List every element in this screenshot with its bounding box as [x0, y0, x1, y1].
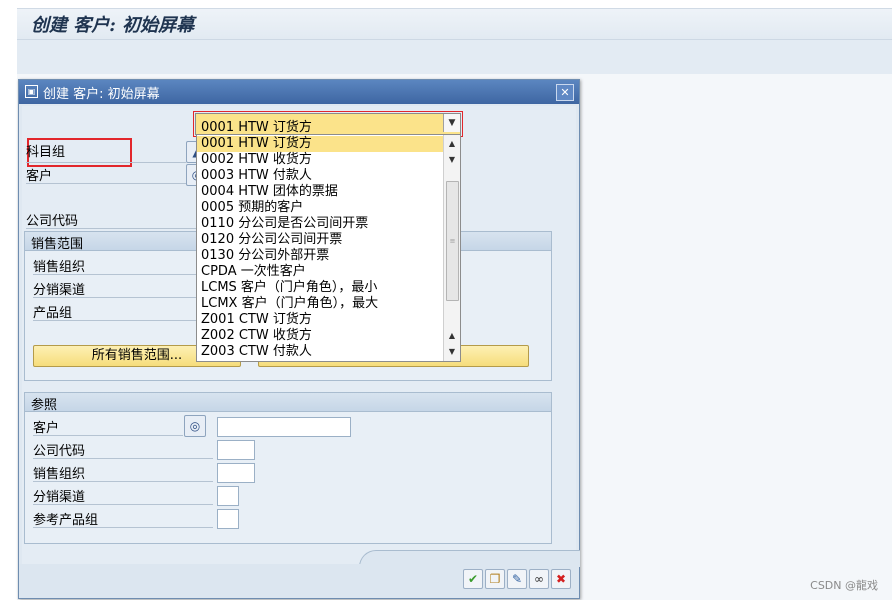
pencil-icon[interactable]: ✎ [507, 569, 527, 589]
dropdown-option[interactable]: CPDA 一次性客户 [197, 264, 443, 280]
ref-company-code-input[interactable] [217, 440, 255, 460]
account-group-select[interactable]: 0001 HTW 订货方 ▼ [193, 111, 463, 137]
scroll-down-icon[interactable]: ▼ [445, 153, 459, 167]
ref-sales-org-input[interactable] [217, 463, 255, 483]
main-toolbar [17, 39, 892, 75]
cancel-icon[interactable]: ✖ [551, 569, 571, 589]
dropdown-option[interactable]: 0004 HTW 团体的票据 [197, 184, 443, 200]
label-underline [33, 527, 213, 528]
account-group-value: 0001 HTW 订货方 [201, 120, 312, 135]
dropdown-option[interactable]: Z001 CTW 订货方 [197, 312, 443, 328]
dropdown-option[interactable]: LCMS 客户（门户角色），最小 [197, 280, 443, 296]
label-underline [33, 458, 213, 459]
dropdown-option[interactable]: 0003 HTW 付款人 [197, 168, 443, 184]
scroll-thumb[interactable]: ≡ [446, 181, 459, 301]
ref-sales-org-label: 销售组织 [33, 467, 86, 482]
ref-customer-label: 客户 [33, 421, 60, 436]
sales-area-title: 销售范围 [31, 237, 84, 252]
binoculars-icon[interactable]: ◎ [184, 415, 206, 437]
chevron-down-icon[interactable]: ▼ [443, 114, 460, 132]
glasses-icon[interactable]: ∞ [529, 569, 549, 589]
dropdown-list: 0001 HTW 订货方 0002 HTW 收货方 0003 HTW 付款人 0… [197, 136, 443, 360]
customer-label: 客户 [26, 169, 53, 184]
dropdown-option[interactable]: Z003 CTW 付款人 [197, 344, 443, 360]
ref-division-input[interactable] [217, 509, 239, 529]
main-title: 创建 客户: 初始屏幕 [31, 15, 195, 36]
label-underline [33, 481, 213, 482]
label-underline [26, 162, 186, 163]
dialog-title: 创建 客户: 初始屏幕 [43, 87, 160, 102]
reference-header: 参照 [25, 393, 551, 413]
copy-icon[interactable]: ❐ [485, 569, 505, 589]
ref-company-code-label: 公司代码 [33, 444, 86, 459]
dropdown-option[interactable]: 0130 分公司外部开票 [197, 248, 443, 264]
company-code-label: 公司代码 [26, 214, 79, 229]
sales-org-label: 销售组织 [33, 260, 86, 275]
ref-distribution-channel-input[interactable] [217, 486, 239, 506]
window-icon: ▣ [25, 85, 38, 98]
check-icon[interactable]: ✔ [463, 569, 483, 589]
dropdown-option[interactable]: LCMX 客户（门户角色），最大 [197, 296, 443, 312]
label-underline [33, 274, 213, 275]
account-group-dropdown: 0001 HTW 订货方 0002 HTW 收货方 0003 HTW 付款人 0… [196, 134, 461, 362]
dropdown-scrollbar[interactable]: ▲ ▼ ≡ ▲ ▼ [443, 135, 460, 361]
label-underline [33, 504, 213, 505]
distribution-channel-label: 分销渠道 [33, 283, 86, 298]
label-underline [33, 297, 213, 298]
close-icon[interactable]: ✕ [556, 84, 574, 101]
dropdown-option[interactable]: Z002 CTW 收货方 [197, 328, 443, 344]
dropdown-option[interactable]: 0110 分公司是否公司间开票 [197, 216, 443, 232]
ref-division-label: 参考产品组 [33, 513, 99, 528]
watermark: CSDN @龍戏 [810, 579, 878, 592]
dialog-title-bar: ▣ 创建 客户: 初始屏幕 ✕ [19, 80, 579, 104]
label-underline [33, 320, 213, 321]
dropdown-option[interactable]: 0005 预期的客户 [197, 200, 443, 216]
dropdown-option[interactable]: 0002 HTW 收货方 [197, 152, 443, 168]
dropdown-option[interactable]: 0120 分公司公司间开票 [197, 232, 443, 248]
ref-distribution-channel-label: 分销渠道 [33, 490, 86, 505]
scroll-up-icon[interactable]: ▲ [445, 329, 459, 343]
label-underline [26, 228, 211, 229]
division-label: 产品组 [33, 306, 73, 321]
reference-group: 参照 客户 ◎ 公司代码 销售组织 分销渠道 参考产品组 [24, 392, 552, 544]
label-underline [26, 183, 186, 184]
main-title-bar: 创建 客户: 初始屏幕 [17, 8, 892, 39]
account-group-label: 科目组 [26, 145, 66, 160]
dropdown-option[interactable]: 0001 HTW 订货方 [197, 136, 443, 152]
label-underline [33, 435, 183, 436]
scroll-up-icon[interactable]: ▲ [445, 137, 459, 151]
reference-title: 参照 [31, 398, 58, 413]
scroll-down-icon[interactable]: ▼ [445, 345, 459, 359]
ref-customer-input[interactable] [217, 417, 351, 437]
